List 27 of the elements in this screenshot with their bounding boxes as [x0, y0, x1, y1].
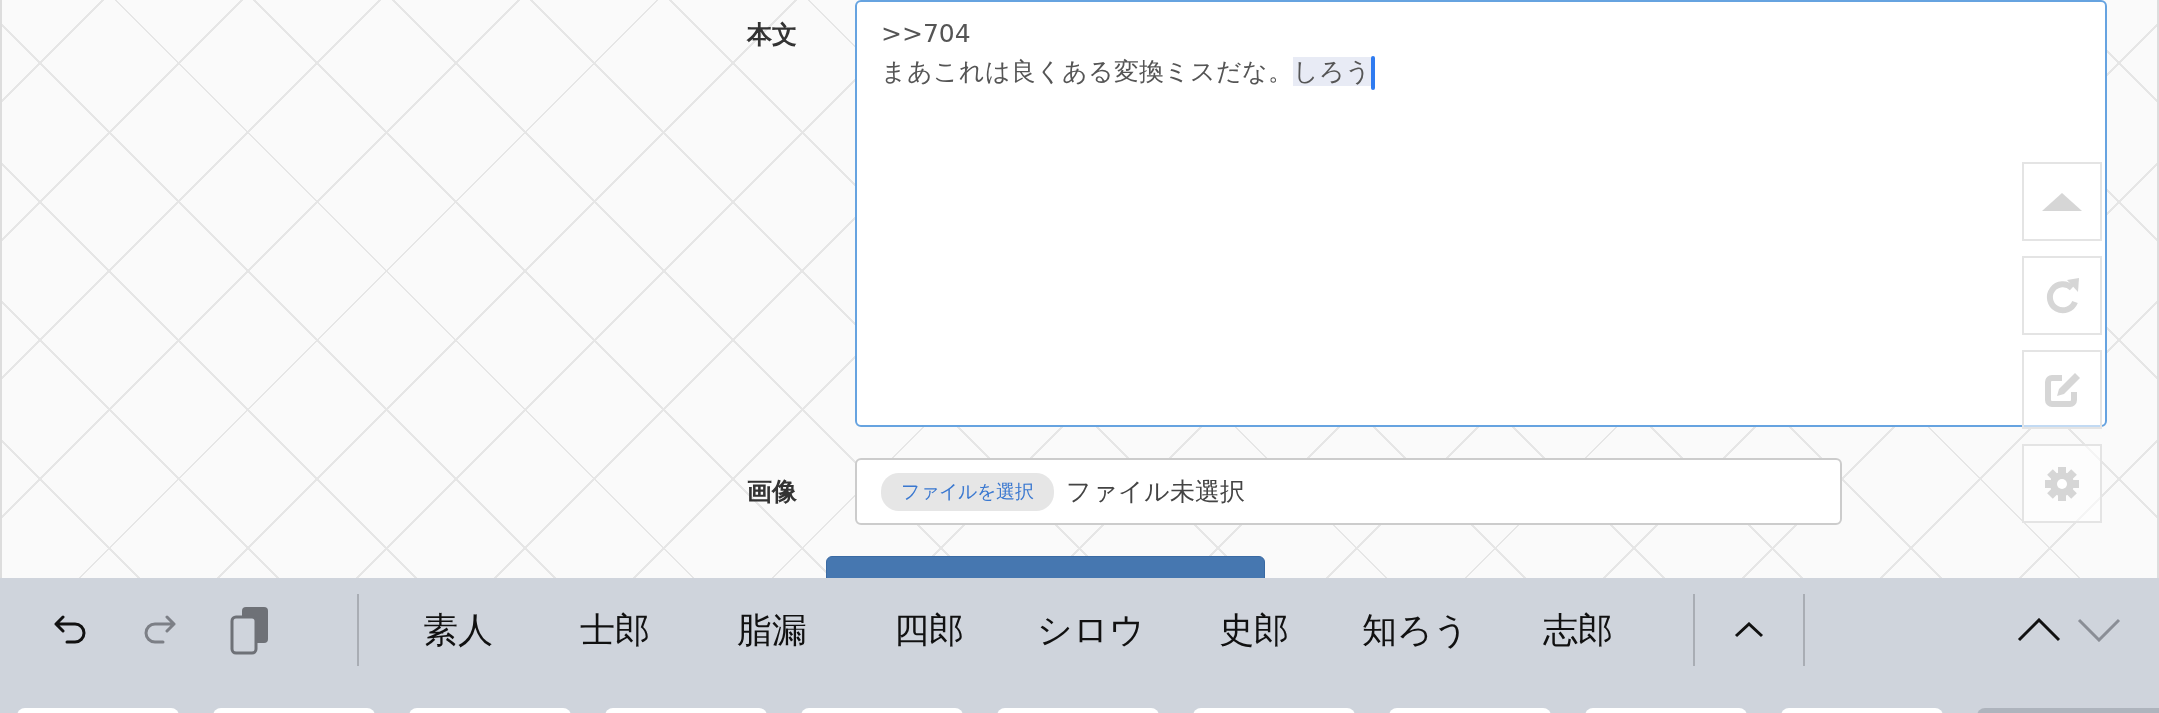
file-status: ファイル未選択: [1066, 476, 1245, 508]
candidate-word[interactable]: 脂漏: [693, 592, 850, 668]
file-input[interactable]: ファイルを選択 ファイル未選択: [855, 458, 1842, 525]
candidate-word[interactable]: シロウ: [1007, 592, 1175, 668]
triangle-up-icon: [2042, 192, 2082, 211]
candidate-word[interactable]: 志郎: [1499, 592, 1656, 668]
candidate-word[interactable]: 士郎: [536, 592, 693, 668]
body-textarea[interactable]: >>704 まあこれは良くある変換ミスだな。しろう: [855, 0, 2107, 427]
candidate-word[interactable]: 史郎: [1175, 592, 1332, 668]
field-label: 本文: [747, 19, 797, 51]
undo-icon: [53, 615, 87, 645]
field-label: 画像: [747, 476, 797, 508]
clipboard-icon: [229, 605, 271, 655]
text-cursor: [1371, 56, 1375, 90]
candidate-word[interactable]: 知ろう: [1332, 592, 1499, 668]
edit-button[interactable]: [2022, 350, 2102, 429]
marked-text: しろう: [1293, 57, 1371, 86]
chevron-up-icon: [1734, 622, 1764, 638]
choose-file-button[interactable]: ファイルを選択: [881, 472, 1054, 511]
candidate-word[interactable]: 素人: [379, 592, 536, 668]
scroll-up-button[interactable]: [2022, 162, 2102, 241]
reload-button[interactable]: [2022, 256, 2102, 335]
redo-icon: [143, 615, 177, 645]
chevron-down-icon: [2077, 618, 2121, 642]
settings-button[interactable]: [2022, 444, 2102, 523]
candidate-word[interactable]: 四郎: [850, 592, 1007, 668]
chevron-up-icon: [2017, 618, 2061, 642]
